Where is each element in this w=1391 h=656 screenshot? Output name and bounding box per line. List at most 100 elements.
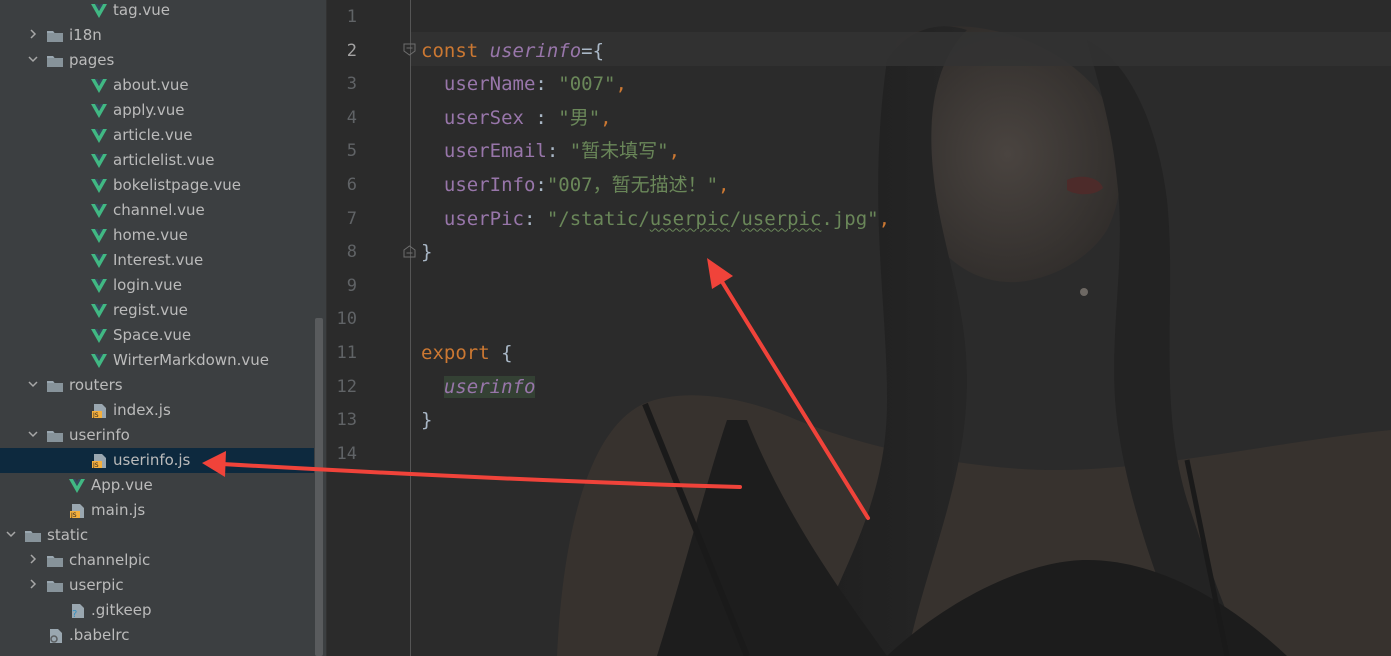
config-file-icon — [46, 628, 69, 644]
code-token: , — [668, 140, 681, 163]
tree-item-label: about.vue — [113, 76, 189, 94]
line-number: 2 — [346, 40, 357, 61]
line-number: 4 — [346, 107, 357, 128]
vue-file-icon — [90, 303, 113, 319]
tree-item-channel-vue[interactable]: channel.vue — [0, 198, 314, 223]
vue-file-icon — [90, 128, 113, 144]
code-line[interactable]: userEmail: "暂未填写", — [421, 134, 680, 168]
svg-text:?: ? — [72, 609, 77, 619]
code-line[interactable]: userInfo:"007，暂无描述！", — [421, 168, 730, 202]
svg-text:JS: JS — [92, 462, 99, 469]
code-token: const — [421, 39, 490, 62]
line-number: 6 — [346, 175, 357, 195]
tree-item-apply-vue[interactable]: apply.vue — [0, 98, 314, 123]
line-number: 3 — [346, 74, 357, 95]
fold-end-icon[interactable] — [403, 245, 416, 258]
fold-start-icon[interactable] — [403, 43, 416, 56]
code-line[interactable]: const userinfo={ — [421, 34, 604, 68]
vue-file-icon — [90, 278, 113, 294]
tree-item-main-js[interactable]: JS main.js — [0, 498, 314, 523]
tree-item-label: WirterMarkdown.vue — [113, 351, 269, 369]
tree-item-i18n[interactable]: i18n — [0, 23, 314, 48]
code-line[interactable]: userName: "007", — [421, 67, 627, 101]
tree-item-label: article.vue — [113, 126, 193, 144]
code-token: .jpg" — [821, 207, 879, 230]
js-file-icon: JS — [90, 403, 113, 419]
code-line[interactable]: userinfo — [421, 370, 536, 404]
js-file-icon: JS — [68, 503, 91, 519]
tree-item-home-vue[interactable]: home.vue — [0, 223, 314, 248]
folder-icon — [46, 28, 69, 44]
tree-item-label: .babelrc — [69, 626, 130, 644]
line-number: 1 — [346, 7, 357, 27]
chevron-right-icon[interactable] — [26, 578, 40, 593]
folder-icon — [46, 428, 69, 444]
project-tree: tag.vue i18n pages about.vue apply.vue articl… — [0, 0, 326, 656]
line-number: 10 — [336, 309, 357, 330]
tree-item-label: home.vue — [113, 226, 188, 244]
code-token: export — [421, 342, 502, 364]
line-number: 9 — [346, 275, 357, 296]
tree-item-pages[interactable]: pages — [0, 48, 314, 73]
chevron-down-icon[interactable] — [26, 53, 40, 68]
code-token: userPic — [421, 207, 524, 230]
tree-item-channelpic[interactable]: channelpic — [0, 548, 314, 573]
chevron-down-icon[interactable] — [4, 528, 18, 543]
chevron-down-icon[interactable] — [26, 378, 40, 393]
line-number: 7 — [346, 208, 357, 229]
code-line[interactable]: userPic: "/static/userpic/userpic.jpg", — [421, 202, 890, 236]
code-token: } — [421, 241, 433, 264]
tree-item-userinfo-js[interactable]: JS userinfo.js — [0, 448, 314, 473]
line-number: 12 — [336, 376, 357, 397]
tree-item-gitkeep[interactable]: ? .gitkeep — [0, 598, 314, 623]
code-token: userName — [421, 73, 536, 96]
tree-item-login-vue[interactable]: login.vue — [0, 273, 314, 298]
code-token: userinfo — [443, 375, 536, 398]
code-line[interactable]: } — [421, 235, 432, 269]
line-number-gutter[interactable]: 1 2 3 4 5 6 7 8 9 10 11 12 13 14 — [327, 0, 411, 656]
tree-item-userinfo[interactable]: userinfo — [0, 423, 314, 448]
tree-item-label: static — [47, 526, 89, 544]
tree-item-babelrc[interactable]: .babelrc — [0, 623, 314, 648]
folder-icon — [46, 578, 69, 594]
code-token: "007" — [558, 73, 616, 96]
tree-item-label: index.js — [113, 401, 171, 419]
tree-item-app-vue[interactable]: App.vue — [0, 473, 314, 498]
tree-item-index-js[interactable]: JS index.js — [0, 398, 314, 423]
code-token: : — [546, 140, 570, 163]
code-token: userSex — [421, 106, 524, 129]
vue-file-icon — [90, 203, 113, 219]
gitkeep-file-icon: ? — [68, 603, 91, 619]
chevron-right-icon[interactable] — [26, 28, 40, 43]
code-line[interactable]: export { — [421, 336, 513, 370]
vue-file-icon — [68, 478, 91, 494]
tree-item-label: bokelistpage.vue — [113, 176, 241, 194]
line-number: 11 — [336, 343, 357, 363]
tree-item-wirtermarkdown-vue[interactable]: WirterMarkdown.vue — [0, 348, 314, 373]
tree-item-article-vue[interactable]: article.vue — [0, 123, 314, 148]
code-editor[interactable]: 1 2 3 4 5 6 7 8 9 10 11 12 13 14 const userinfo={ use… — [327, 0, 1391, 656]
code-line[interactable]: } — [421, 403, 432, 437]
tree-item-routers[interactable]: routers — [0, 373, 314, 398]
tree-item-about-vue[interactable]: about.vue — [0, 73, 314, 98]
tree-item-regist-vue[interactable]: regist.vue — [0, 298, 314, 323]
tree-item-label: tag.vue — [113, 1, 170, 19]
code-token: "暂未填写" — [569, 140, 669, 163]
tree-item-userpic[interactable]: userpic — [0, 573, 314, 598]
tree-scrollbar-thumb[interactable] — [315, 318, 323, 656]
chevron-right-icon[interactable] — [26, 553, 40, 568]
tree-item-interest-vue[interactable]: Interest.vue — [0, 248, 314, 273]
tree-item-bokelistpage-vue[interactable]: bokelistpage.vue — [0, 173, 314, 198]
tree-item-label: login.vue — [113, 276, 182, 294]
chevron-down-icon[interactable] — [26, 428, 40, 443]
vue-file-icon — [90, 178, 113, 194]
tree-item-tag-vue[interactable]: tag.vue — [0, 0, 314, 23]
folder-icon — [46, 378, 69, 394]
tree-item-articlelist-vue[interactable]: articlelist.vue — [0, 148, 314, 173]
tree-item-space-vue[interactable]: Space.vue — [0, 323, 314, 348]
code-token: userEmail — [421, 140, 547, 163]
vue-file-icon — [90, 3, 113, 19]
code-line[interactable]: userSex : "男", — [421, 101, 612, 135]
tree-item-static[interactable]: static — [0, 523, 314, 548]
